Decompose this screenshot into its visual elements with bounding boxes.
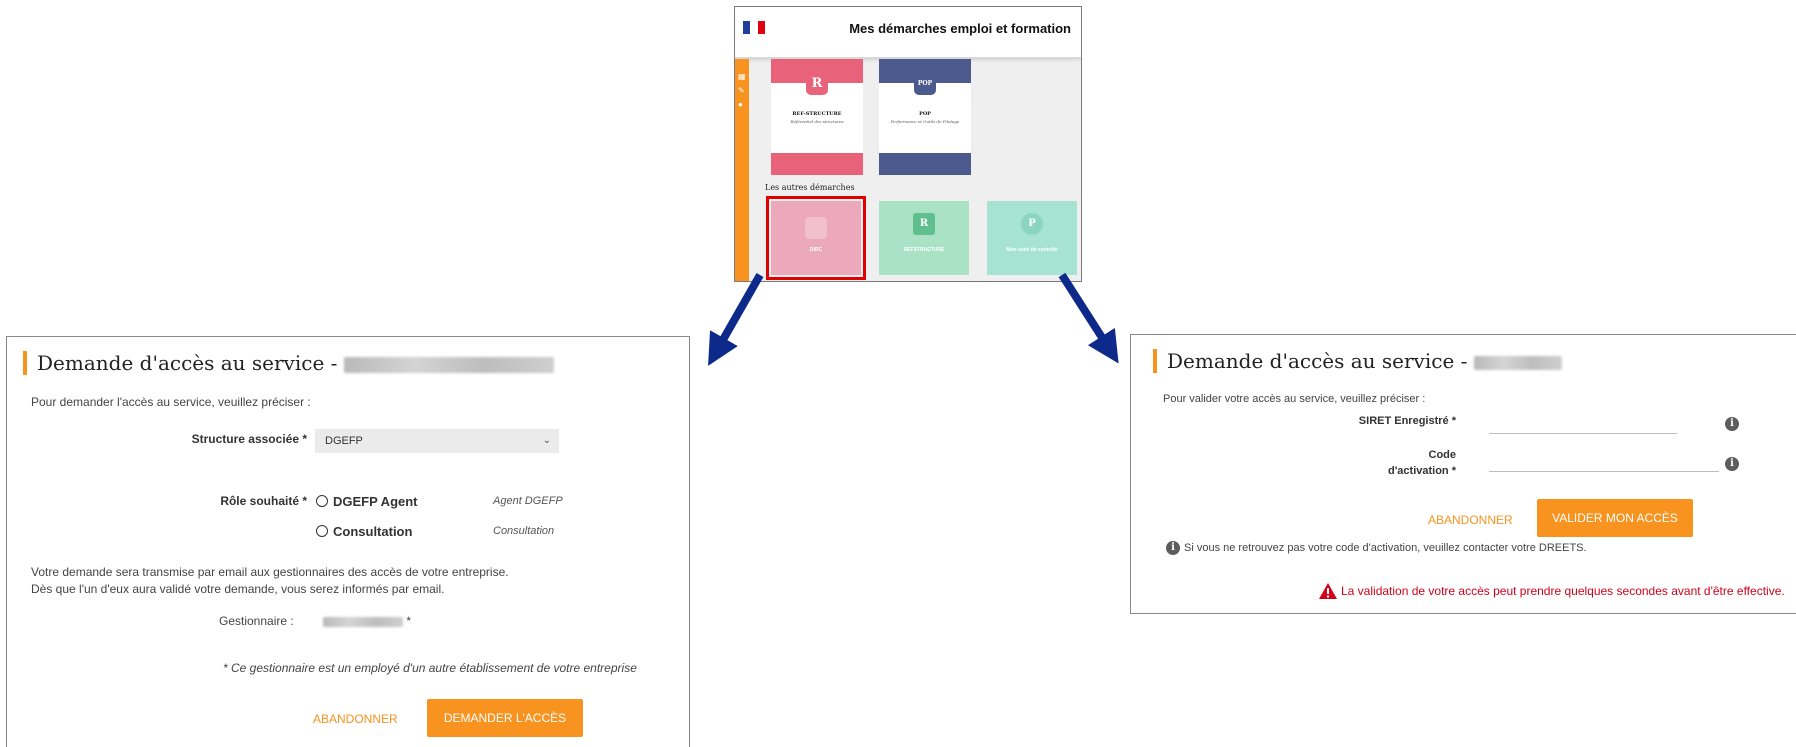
request-access-button[interactable]: DEMANDER L'ACCÈS [427,699,583,737]
radio-hint: Consultation [493,525,555,537]
footnote: * Ce gestionnaire est un employé d'un au… [223,661,637,675]
info-icon[interactable]: i [1725,457,1739,471]
intro-text: Pour demander l'accès au service, veuill… [31,395,311,409]
radio-label: Consultation [333,524,413,539]
validate-access-button[interactable]: VALIDER MON ACCÈS [1537,499,1693,537]
chevron-down-icon: ⌄ [542,435,551,446]
notice-line-2: Dès que l'un d'eux aura validé votre dem… [31,582,445,596]
redacted-service-name [343,356,554,373]
radio-hint: Agent DGEFP [493,495,563,507]
intro-text: Pour valider votre accès au service, veu… [1163,393,1426,405]
structure-select[interactable]: DGEFP ⌄ [315,429,559,453]
info-icon[interactable]: i [1725,417,1739,431]
radio-dgefp-agent[interactable] [316,495,328,507]
redacted-service-name [1473,355,1562,370]
structure-label: Structure associée * [191,432,307,446]
info-icon: i [1166,541,1180,555]
title-accent-bar [1153,349,1157,373]
cancel-button[interactable]: ABANDONNER [313,712,398,726]
arrow-left [708,273,764,366]
siret-input[interactable] [1489,433,1677,434]
siret-label: SIRET Enregistré * [1358,415,1456,427]
notice-line-1: Votre demande sera transmise par email a… [31,565,509,579]
radio-consultation[interactable] [316,525,328,537]
redacted-manager-name [323,616,403,627]
dialog-title: Demande d'accès au service - [1167,349,1562,373]
warning-icon [1319,583,1337,599]
cancel-button[interactable]: ABANDONNER [1428,513,1513,527]
structure-value: DGEFP [325,435,363,447]
help-text: Si vous ne retrouvez pas votre code d'ac… [1184,542,1587,554]
code-label-line2: d'activation * [1387,465,1456,477]
manager-value: * [323,614,411,628]
role-label: Rôle souhaité * [220,494,307,508]
left-access-dialog: Demande d'accès au service - Pour demand… [6,336,690,747]
right-access-dialog: Demande d'accès au service - Pour valide… [1130,334,1796,614]
code-label-line1: Code [1428,449,1457,461]
activation-code-input[interactable] [1489,471,1719,472]
radio-label: DGEFP Agent [333,494,418,509]
manager-label: Gestionnaire : [219,614,294,628]
dialog-title: Demande d'accès au service - [37,351,554,375]
arrow-right [1058,272,1119,364]
title-accent-bar [23,351,27,375]
warning-text: La validation de votre accès peut prendr… [1341,584,1785,598]
